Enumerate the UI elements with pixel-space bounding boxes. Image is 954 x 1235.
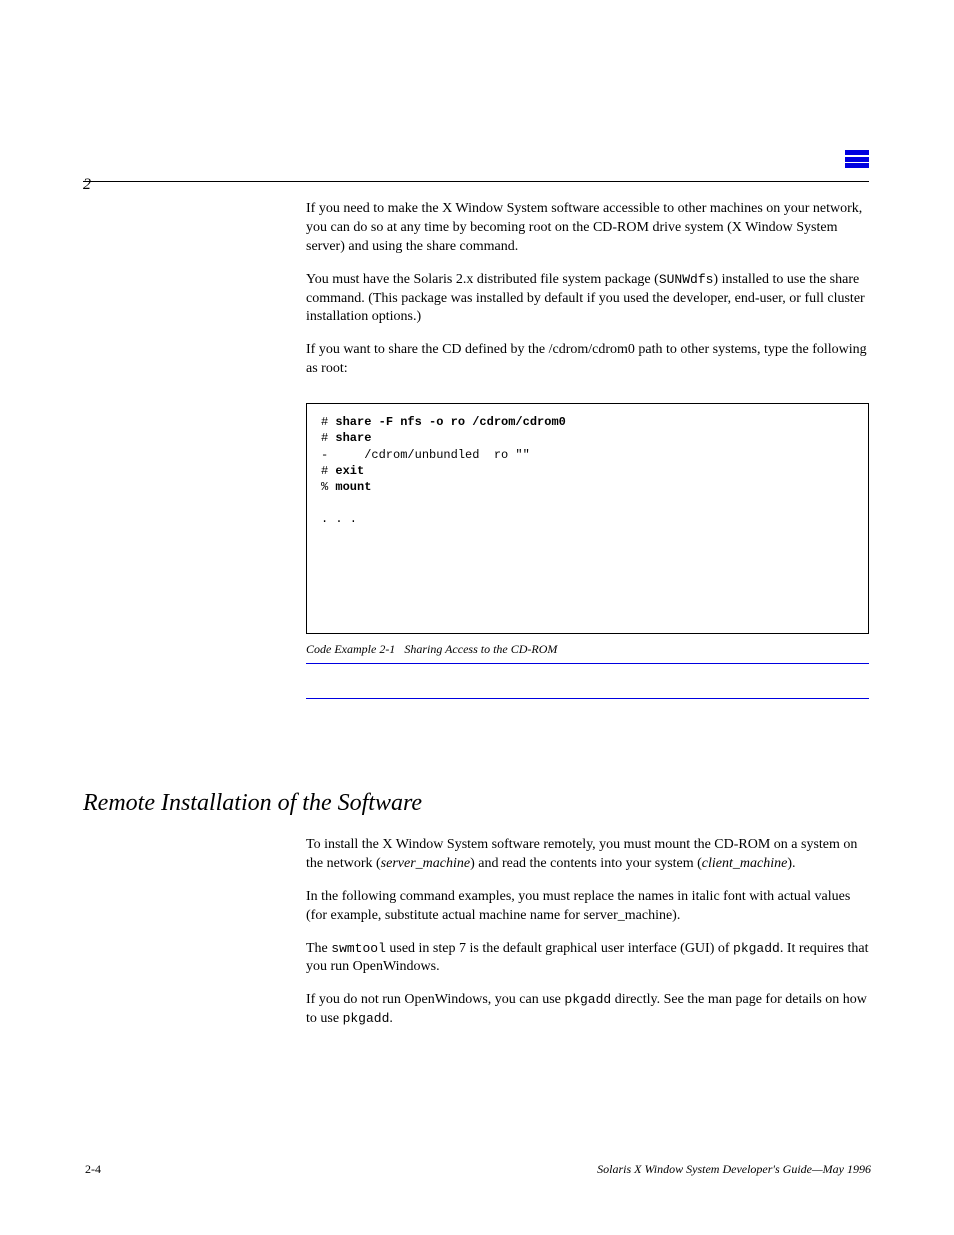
inline-code: pkgadd bbox=[733, 941, 780, 956]
shell-prompt: # bbox=[321, 431, 335, 445]
code-line: . . . bbox=[321, 511, 854, 527]
shell-command: share -F nfs -o ro /cdrom/cdrom0 bbox=[335, 415, 565, 429]
text-run: The bbox=[306, 941, 331, 956]
chapter-number: 2 bbox=[83, 176, 91, 194]
text-run: If you do not run OpenWindows, you can u… bbox=[306, 992, 564, 1007]
body-column: If you need to make the X Window System … bbox=[306, 200, 869, 699]
paragraph: To install the X Window System software … bbox=[306, 836, 869, 874]
code-line: % mount bbox=[321, 479, 854, 495]
code-example-box: # share -F nfs -o ro /cdrom/cdrom0# shar… bbox=[306, 403, 869, 633]
code-line bbox=[321, 544, 854, 560]
inline-code: swmtool bbox=[331, 941, 386, 956]
paragraph: In the following command examples, you m… bbox=[306, 888, 869, 926]
inline-code: SUNWdfs bbox=[659, 272, 714, 287]
hamburger-bar bbox=[845, 163, 869, 168]
inline-code: pkgadd bbox=[564, 992, 611, 1007]
code-line: - /cdrom/unbundled ro "" bbox=[321, 447, 854, 463]
code-line: # exit bbox=[321, 463, 854, 479]
header-rule bbox=[83, 181, 869, 182]
section-heading: Remote Installation of the Software bbox=[83, 790, 422, 817]
code-line: # share bbox=[321, 430, 854, 446]
footer-title: Solaris X Window System Developer's Guid… bbox=[597, 1162, 871, 1177]
text-run: . bbox=[389, 1011, 393, 1026]
footer-date: —May 1996 bbox=[812, 1162, 871, 1176]
page-footer: 2-4 Solaris X Window System Developer's … bbox=[85, 1162, 871, 1177]
caption-spacer-rule bbox=[306, 668, 869, 699]
text-run: used in step 7 is the default graphical … bbox=[386, 941, 733, 956]
italic-term: client_machine bbox=[702, 856, 788, 871]
shell-command: mount bbox=[335, 480, 371, 494]
hamburger-bar bbox=[845, 157, 869, 162]
shell-command: exit bbox=[335, 464, 364, 478]
shell-prompt: # bbox=[321, 415, 335, 429]
shell-command: share bbox=[335, 431, 371, 445]
code-example-caption: Code Example 2-1 Sharing Access to the C… bbox=[306, 642, 869, 664]
caption-title: Sharing Access to the CD-ROM bbox=[404, 642, 557, 656]
shell-prompt: # bbox=[321, 464, 335, 478]
paragraph: If you want to share the CD defined by t… bbox=[306, 341, 869, 379]
italic-term: server_machine bbox=[381, 856, 470, 871]
footer-doc-title: Solaris X Window System Developer's Guid… bbox=[597, 1162, 812, 1176]
caption-label: Code Example 2-1 bbox=[306, 642, 395, 656]
page: 2 If you need to make the X Window Syste… bbox=[0, 0, 954, 1235]
code-line: # share -F nfs -o ro /cdrom/cdrom0 bbox=[321, 414, 854, 430]
inline-code: pkgadd bbox=[343, 1011, 390, 1026]
paragraph: You must have the Solaris 2.x distribute… bbox=[306, 271, 869, 328]
text-run: ) and read the contents into your system… bbox=[470, 856, 702, 871]
footer-page-number: 2-4 bbox=[85, 1162, 101, 1177]
hamburger-bar bbox=[845, 150, 869, 155]
hamburger-icon[interactable] bbox=[845, 150, 869, 168]
code-line bbox=[321, 608, 854, 624]
section-body: To install the X Window System software … bbox=[306, 836, 869, 1043]
code-line bbox=[321, 576, 854, 592]
paragraph: If you need to make the X Window System … bbox=[306, 200, 869, 257]
text-run: You must have the Solaris 2.x distribute… bbox=[306, 272, 659, 287]
paragraph: If you do not run OpenWindows, you can u… bbox=[306, 991, 869, 1029]
shell-prompt: % bbox=[321, 480, 335, 494]
text-run: ). bbox=[787, 856, 795, 871]
paragraph: The swmtool used in step 7 is the defaul… bbox=[306, 940, 869, 978]
